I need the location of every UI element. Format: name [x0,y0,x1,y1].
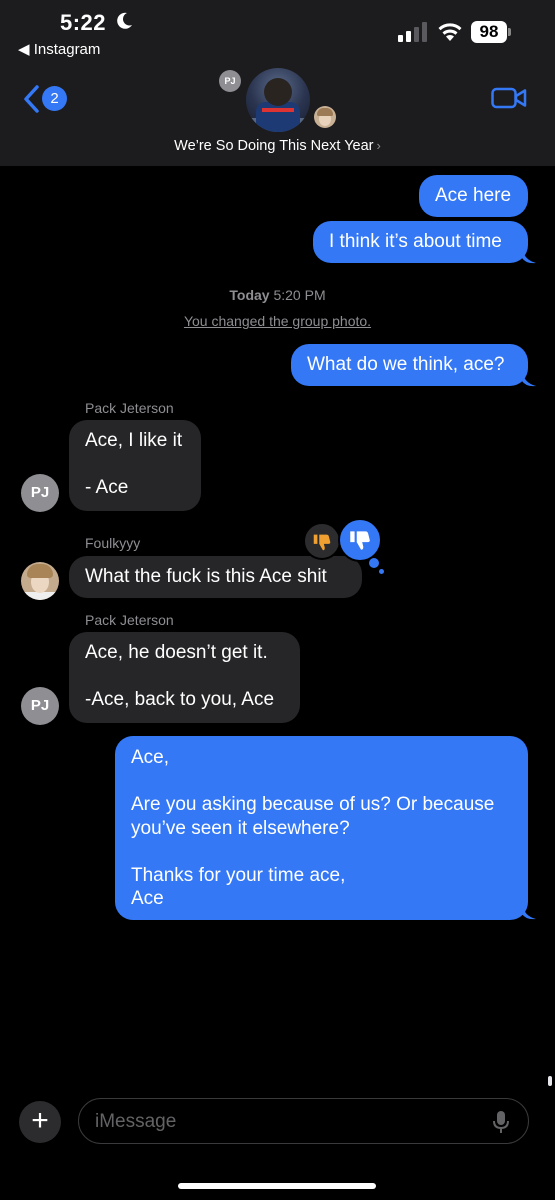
status-time: 5:22 [60,10,107,35]
input-placeholder: iMessage [95,1111,177,1132]
reaction-tail-dot [379,569,384,574]
back-to-instagram-link[interactable]: ◀ Instagram [18,40,100,58]
status-bar: 5:22 ◀ Instagram 98 [0,0,555,62]
battery-icon: 98 [471,21,511,43]
group-name-label: We’re So Doing This Next Year [174,138,374,154]
moon-icon [117,12,132,29]
member-avatar-pj: PJ [219,70,241,92]
timestamp-time: 5:20 PM [273,287,326,303]
plus-button[interactable]: + [19,1101,61,1143]
avatar-pj[interactable]: PJ [21,687,59,725]
home-indicator[interactable] [178,1183,376,1189]
sender-name: Pack Jeterson [85,612,174,628]
timestamp: Today 5:20 PM [0,287,555,303]
chevron-right-icon: › [376,138,381,153]
group-name-link[interactable]: We’re So Doing This Next Year › [0,138,555,154]
avatar-pj[interactable]: PJ [21,474,59,512]
sender-name: Foulkyyy [85,535,141,551]
message-bubble-incoming[interactable]: What the fuck is this Ace shit [69,556,362,598]
back-button[interactable]: 2 [22,84,72,114]
plus-icon: + [31,1104,49,1137]
unread-count-badge: 2 [42,86,67,111]
bubble-tail [522,248,536,264]
battery-level: 98 [471,21,507,43]
tapback-reaction[interactable] [303,522,341,560]
timestamp-day: Today [229,287,270,303]
bubble-tail [522,371,536,387]
avatar-foulkyyy[interactable] [21,562,59,600]
conversation-header: 2 PJ We’re So Doing This Next Year › [0,62,555,166]
wifi-icon [438,23,462,41]
group-photo-changed-notice[interactable]: You changed the group photo. [0,313,555,329]
imessage-input[interactable]: iMessage [78,1098,529,1144]
message-bubble-outgoing[interactable]: Ace here [419,175,528,217]
bubble-tail [522,904,536,920]
microphone-icon[interactable] [492,1110,510,1134]
message-bubble-outgoing[interactable]: What do we think, ace? [291,344,528,386]
scroll-indicator[interactable] [548,1076,552,1086]
back-chevron-icon [24,85,39,113]
thumbs-down-icon [313,534,331,551]
message-bubble-outgoing[interactable]: Ace, Are you asking because of us? Or be… [115,736,528,920]
reaction-tail-dot [369,558,379,568]
message-bubble-incoming[interactable]: Ace, I like it - Ace [69,420,201,511]
message-bubble-incoming[interactable]: Ace, he doesn’t get it. -Ace, back to yo… [69,632,300,723]
thumbs-down-icon [350,531,370,550]
member-avatar-foulkyyy [314,106,336,128]
signal-icon [398,22,427,42]
sender-name: Pack Jeterson [85,400,174,416]
video-camera-icon[interactable] [491,86,527,110]
group-photo[interactable] [246,68,310,132]
tapback-reaction-mine[interactable] [338,518,382,562]
message-bubble-outgoing[interactable]: I think it’s about time [313,221,528,263]
